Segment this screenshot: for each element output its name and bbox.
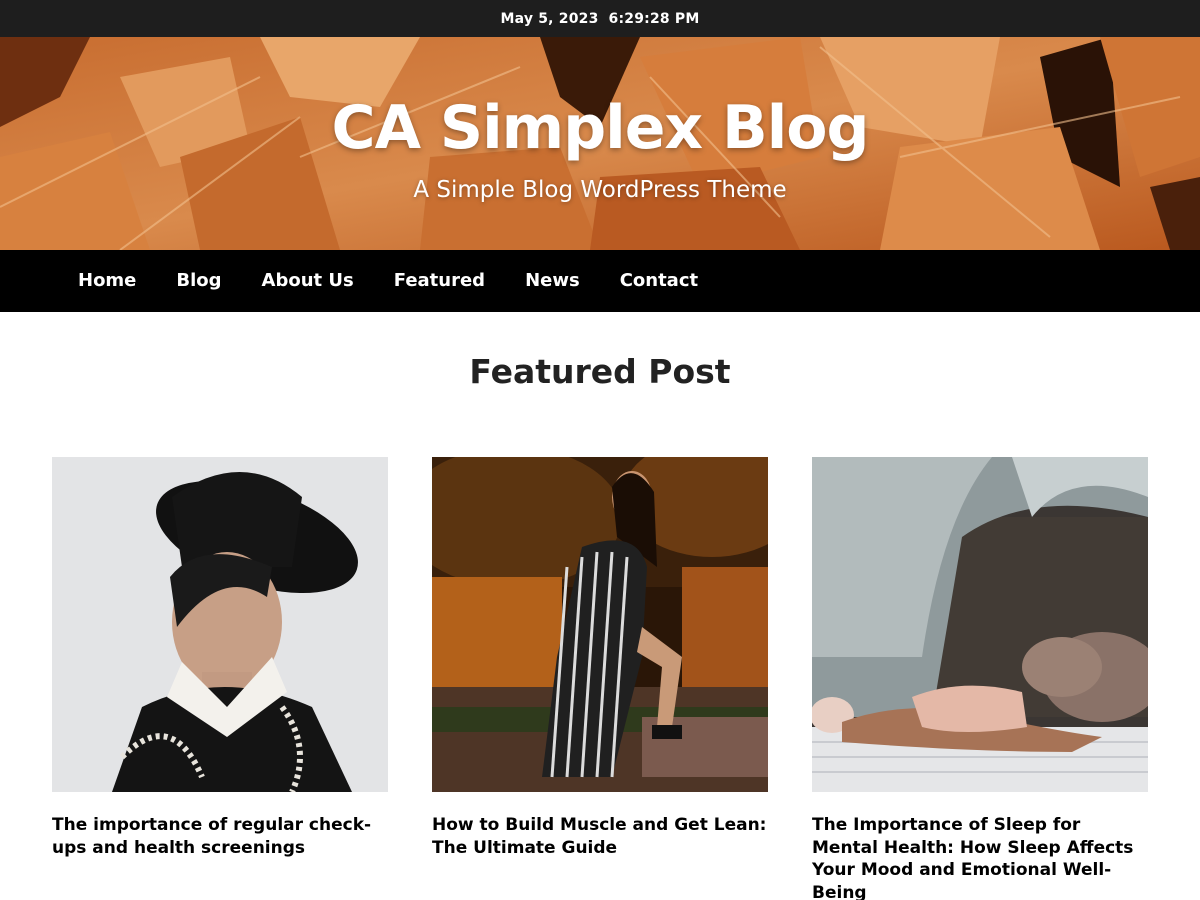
nav-home[interactable]: Home [58,250,156,312]
post-title-link[interactable]: How to Build Muscle and Get Lean: The Ul… [432,814,768,859]
site-tagline: A Simple Blog WordPress Theme [413,177,787,203]
featured-post-card[interactable]: The Importance of Sleep for Mental Healt… [812,457,1148,900]
current-date: May 5, 2023 [500,10,599,27]
featured-post-card[interactable]: The importance of regular check-ups and … [52,457,388,859]
featured-post-card[interactable]: How to Build Muscle and Get Lean: The Ul… [432,457,768,859]
nav-about-us[interactable]: About Us [242,250,374,312]
nav-news[interactable]: News [505,250,600,312]
post-title-link[interactable]: The Importance of Sleep for Mental Healt… [812,814,1148,900]
woman-sleeping-in-bed-photo [812,457,1148,792]
nav-contact[interactable]: Contact [600,250,718,312]
post-thumbnail[interactable] [812,457,1148,792]
featured-post-heading: Featured Post [469,352,731,391]
post-thumbnail[interactable] [52,457,388,792]
post-title-link[interactable]: The importance of regular check-ups and … [52,814,388,859]
site-header-banner: CA Simplex Blog A Simple Blog WordPress … [0,37,1200,250]
main-navigation: Home Blog About Us Featured News Contact [0,250,1200,312]
nav-blog[interactable]: Blog [156,250,241,312]
date-time-bar: May 5, 2023 6:29:28 PM [0,0,1200,37]
post-thumbnail[interactable] [432,457,768,792]
woman-in-black-hat-photo [52,457,388,792]
woman-in-striped-dress-photo [432,457,768,792]
nav-featured[interactable]: Featured [374,250,505,312]
site-title[interactable]: CA Simplex Blog [0,93,1200,163]
current-time: 6:29:28 PM [608,10,700,27]
